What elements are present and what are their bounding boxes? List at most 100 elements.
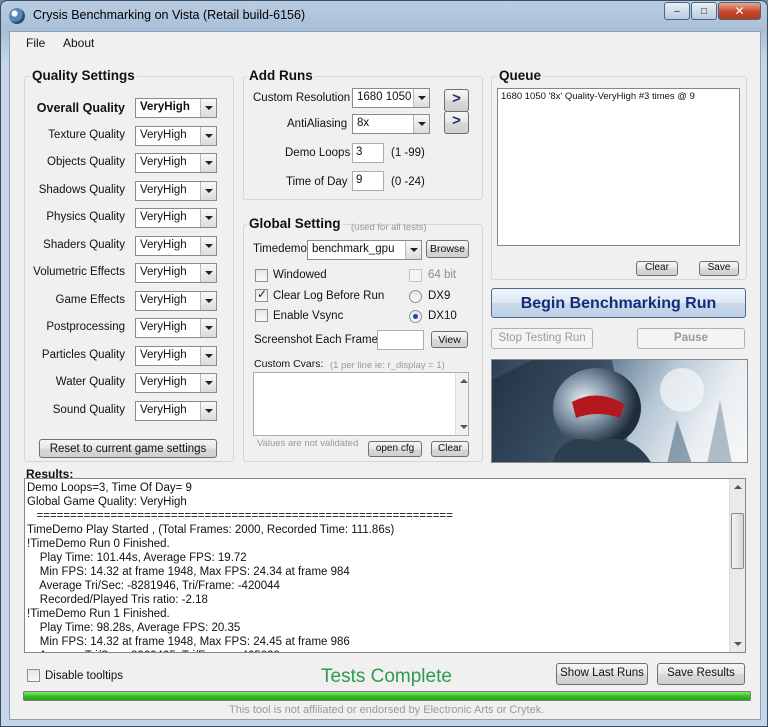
chevron-down-icon bbox=[200, 374, 216, 392]
disclaimer-text: This tool is not affiliated or endorsed … bbox=[229, 704, 545, 716]
cvars-note: Values are not validated bbox=[257, 438, 359, 449]
chevron-down-icon bbox=[200, 181, 216, 200]
menu-about[interactable]: About bbox=[63, 36, 94, 50]
reset-settings-button[interactable]: Reset to current game settings bbox=[39, 439, 217, 458]
quality-label: Particles Quality bbox=[41, 348, 125, 361]
windowed-label: Windowed bbox=[273, 269, 327, 281]
results-line: Average Tri/Sec: -8260405, Tri/Frame: -4… bbox=[27, 649, 280, 652]
quality-label: Objects Quality bbox=[47, 156, 125, 168]
quality-select[interactable]: VeryHigh bbox=[135, 400, 217, 421]
resolution-label: Custom Resolution bbox=[253, 92, 351, 104]
title-bar[interactable]: Crysis Benchmarking on Vista (Retail bui… bbox=[1, 1, 767, 31]
quality-select[interactable]: VeryHigh bbox=[135, 180, 217, 201]
quality-value: VeryHigh bbox=[140, 293, 187, 306]
scroll-up-icon[interactable] bbox=[456, 373, 469, 389]
add-to-queue-button[interactable]: > bbox=[444, 89, 469, 112]
save-results-button[interactable]: Save Results bbox=[657, 663, 745, 685]
show-last-runs-button[interactable]: Show Last Runs bbox=[556, 663, 648, 685]
quality-select[interactable]: VeryHigh bbox=[135, 373, 217, 393]
antialiasing-label: AntiAliasing bbox=[287, 118, 348, 130]
status-text: Tests Complete bbox=[321, 666, 452, 687]
app-window: Crysis Benchmarking on Vista (Retail bui… bbox=[0, 0, 768, 727]
view-button[interactable]: View bbox=[431, 331, 468, 348]
clear-log-label: Clear Log Before Run bbox=[273, 290, 385, 302]
quality-value: VeryHigh bbox=[140, 183, 187, 196]
vsync-label: Enable Vsync bbox=[273, 310, 344, 322]
global-setting-subtitle: (used for all tests) bbox=[351, 222, 427, 233]
queue-list[interactable]: 1680 1050 '8x' Quality-VeryHigh #3 times… bbox=[497, 88, 740, 246]
dx10-radio[interactable] bbox=[409, 310, 422, 323]
quality-select[interactable]: VeryHigh bbox=[135, 153, 217, 173]
open-cfg-button[interactable]: open cfg bbox=[368, 441, 422, 457]
scroll-up-icon[interactable] bbox=[730, 479, 745, 495]
stop-testing-button[interactable]: Stop Testing Run bbox=[491, 328, 593, 349]
time-of-day-input[interactable]: 9 bbox=[352, 171, 384, 191]
quality-select[interactable]: VeryHigh bbox=[135, 208, 217, 228]
window-title: Crysis Benchmarking on Vista (Retail bui… bbox=[33, 8, 306, 22]
crysis-banner-image bbox=[491, 359, 748, 463]
disable-tooltips-checkbox[interactable] bbox=[27, 669, 40, 682]
dx9-radio[interactable] bbox=[409, 290, 422, 303]
windowed-checkbox[interactable] bbox=[255, 269, 268, 282]
quality-value: VeryHigh bbox=[140, 101, 190, 113]
quality-label: Overall Quality bbox=[36, 101, 125, 115]
nanosuit-artwork bbox=[492, 360, 732, 462]
queue-save-button[interactable]: Save bbox=[699, 261, 739, 276]
results-scrollbar[interactable] bbox=[729, 479, 745, 652]
custom-cvars-textarea[interactable] bbox=[253, 372, 469, 436]
vsync-checkbox[interactable] bbox=[255, 309, 268, 322]
64bit-label: 64 bit bbox=[428, 269, 457, 281]
quality-label: Shaders Quality bbox=[43, 238, 125, 251]
cvars-scrollbar[interactable] bbox=[455, 373, 468, 435]
antialiasing-value: 8x bbox=[357, 117, 370, 129]
pause-button[interactable]: Pause bbox=[637, 328, 745, 349]
caption-buttons: – □ ✕ bbox=[663, 2, 761, 20]
queue-item[interactable]: 1680 1050 '8x' Quality-VeryHigh #3 times… bbox=[501, 91, 736, 102]
64bit-checkbox[interactable] bbox=[409, 269, 422, 282]
quality-select[interactable]: VeryHigh bbox=[135, 235, 217, 256]
quality-select[interactable]: VeryHigh bbox=[135, 318, 217, 338]
disable-tooltips-label: Disable tooltips bbox=[45, 670, 123, 682]
timedemo-select[interactable]: benchmark_gpu bbox=[307, 240, 422, 260]
chevron-down-icon bbox=[405, 241, 421, 259]
quality-value: VeryHigh bbox=[140, 128, 187, 141]
quality-select[interactable]: VeryHigh bbox=[135, 125, 217, 146]
quality-select[interactable]: VeryHigh bbox=[135, 345, 217, 366]
antialiasing-select[interactable]: 8x bbox=[352, 114, 430, 134]
screenshot-input[interactable] bbox=[377, 330, 424, 350]
scroll-down-icon[interactable] bbox=[456, 419, 469, 435]
results-line: Global Game Quality: VeryHigh bbox=[27, 496, 187, 508]
quality-select[interactable]: VeryHigh bbox=[135, 290, 217, 311]
quality-label: Sound Quality bbox=[52, 403, 125, 416]
results-textbox[interactable]: Demo Loops=3, Time Of Day= 9 Global Game … bbox=[24, 478, 746, 653]
quality-value: VeryHigh bbox=[140, 348, 187, 361]
resolution-select[interactable]: 1680 1050 bbox=[352, 88, 430, 108]
results-line: ========================================… bbox=[27, 510, 453, 522]
menu-file[interactable]: File bbox=[26, 36, 45, 50]
menu-bar: File About bbox=[10, 32, 760, 54]
quality-select[interactable]: VeryHigh bbox=[135, 263, 217, 283]
queue-clear-button[interactable]: Clear bbox=[636, 261, 678, 276]
close-button[interactable]: ✕ bbox=[718, 2, 761, 20]
cvars-clear-button[interactable]: Clear bbox=[431, 441, 469, 457]
demo-loops-input[interactable]: 3 bbox=[352, 143, 384, 163]
timedemo-value: benchmark_gpu bbox=[312, 243, 395, 255]
quality-select[interactable]: VeryHigh bbox=[135, 98, 217, 118]
results-line: Demo Loops=3, Time Of Day= 9 bbox=[27, 482, 192, 494]
add-runs-title: Add Runs bbox=[247, 68, 315, 83]
results-line: Recorded/Played Tris ratio: -2.18 bbox=[27, 594, 208, 606]
scroll-down-icon[interactable] bbox=[730, 636, 745, 652]
results-line: TimeDemo Play Started , (Total Frames: 2… bbox=[27, 524, 395, 536]
results-line: Play Time: 101.44s, Average FPS: 19.72 bbox=[27, 552, 247, 564]
begin-benchmarking-button[interactable]: Begin Benchmarking Run bbox=[491, 288, 746, 318]
chevron-down-icon bbox=[200, 236, 216, 255]
add-all-to-queue-button[interactable]: > bbox=[444, 111, 469, 134]
minimize-button[interactable]: – bbox=[664, 2, 690, 20]
clear-log-checkbox[interactable] bbox=[255, 287, 268, 302]
scroll-thumb[interactable] bbox=[731, 513, 744, 569]
browse-button[interactable]: Browse bbox=[426, 240, 469, 258]
chevron-down-icon bbox=[200, 319, 216, 337]
maximize-button[interactable]: □ bbox=[691, 2, 717, 20]
dx10-label: DX10 bbox=[428, 310, 457, 322]
client-area: File About Quality Settings Overall Qual… bbox=[9, 31, 761, 720]
